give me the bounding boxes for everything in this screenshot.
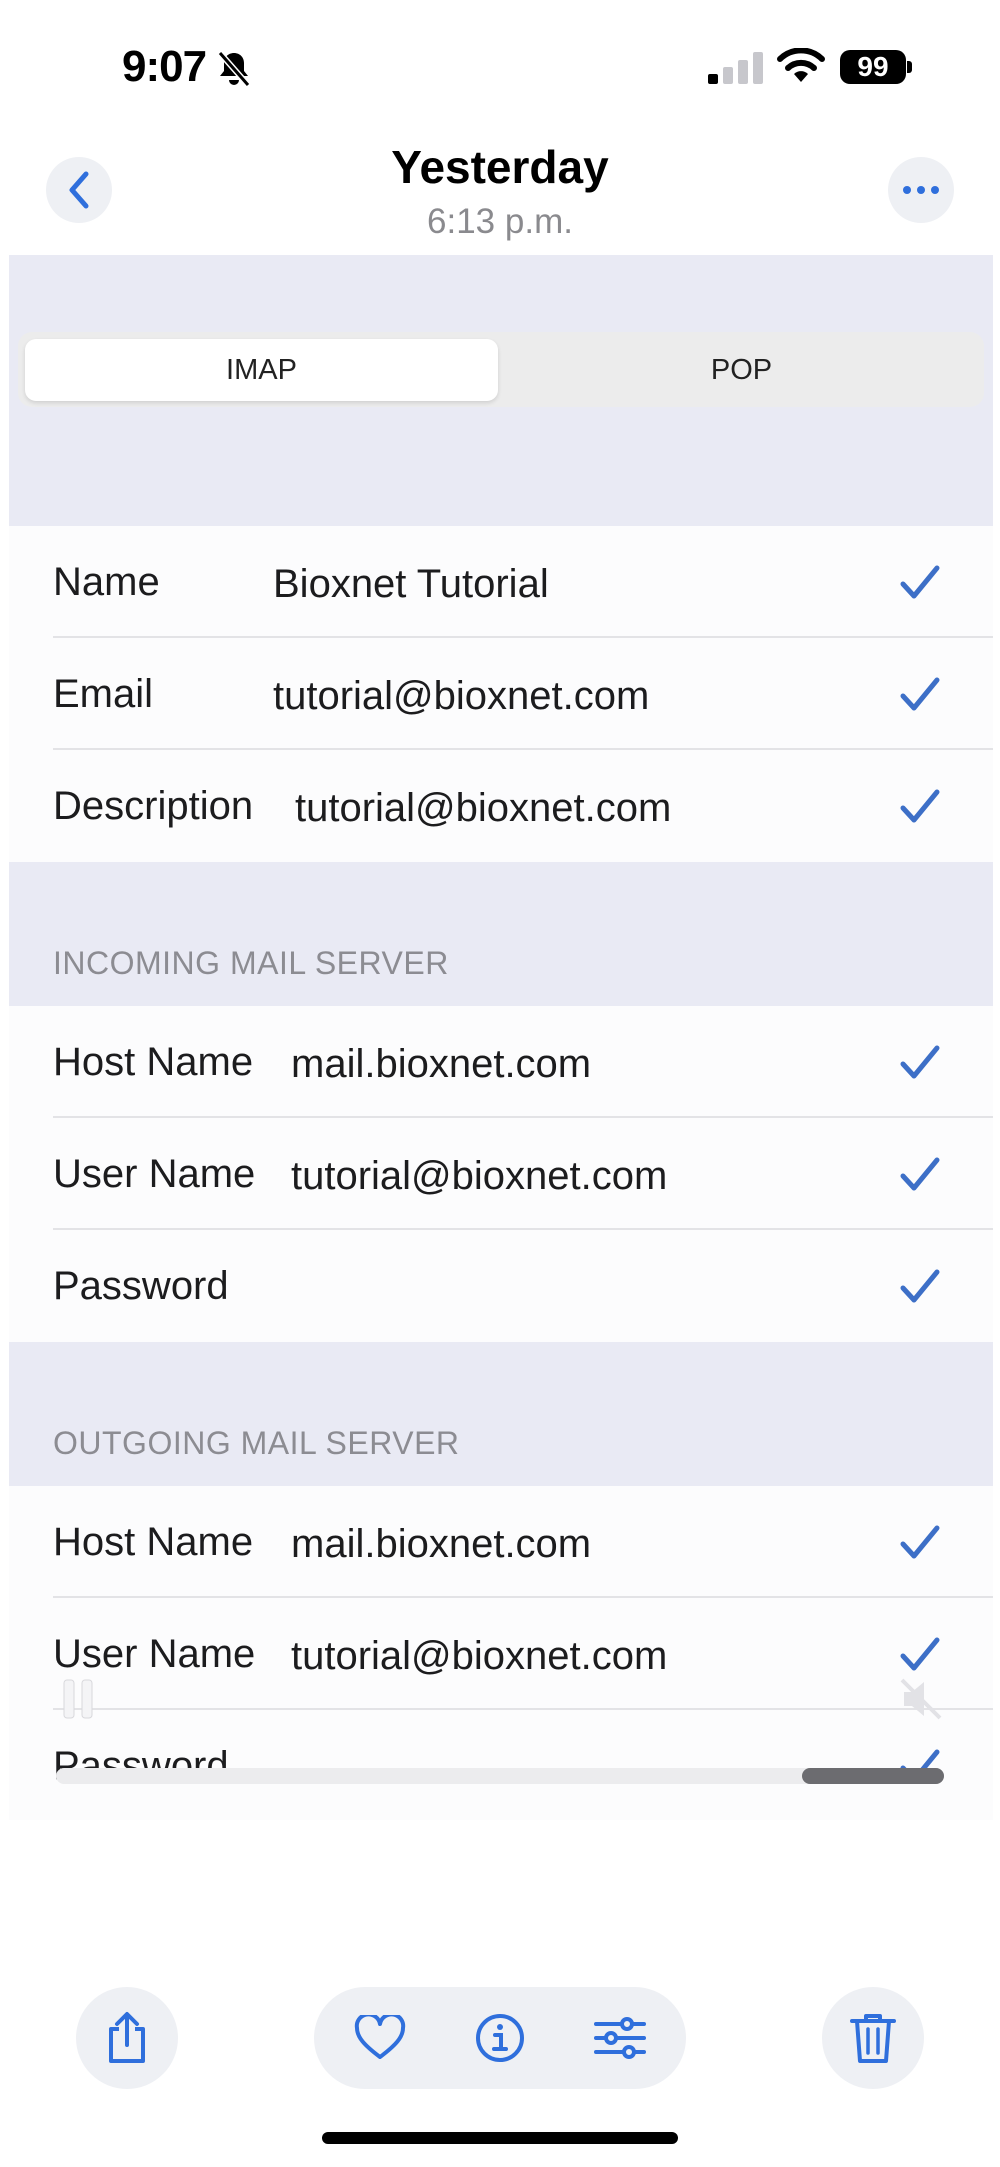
trash-icon — [850, 2014, 896, 2063]
video-progress-fill — [801, 1768, 944, 1784]
row-label: Host Name — [53, 1520, 254, 1564]
checkmark-icon — [900, 565, 940, 599]
checkmark-icon — [900, 1269, 940, 1303]
row-value: tutorial@bioxnet.com — [291, 1634, 668, 1678]
speaker-muted-icon[interactable] — [898, 1676, 944, 1722]
row-label: Name — [53, 560, 160, 604]
checkmark-icon — [900, 1525, 940, 1559]
row-label: User Name — [53, 1152, 256, 1196]
row-label: Email — [53, 672, 154, 716]
row-label: User Name — [53, 1632, 256, 1676]
incoming-host-row[interactable]: Host Name mail.bioxnet.com — [9, 1006, 993, 1118]
bell-muted-icon — [217, 51, 251, 87]
row-label: Host Name — [53, 1040, 254, 1084]
incoming-section-header: INCOMING MAIL SERVER — [53, 945, 449, 981]
checkmark-icon — [900, 789, 940, 823]
account-email-row[interactable]: Email tutorial@bioxnet.com — [9, 638, 993, 750]
page-subtitle: 6:13 p.m. — [427, 202, 573, 241]
outgoing-section-header: OUTGOING MAIL SERVER — [53, 1425, 460, 1461]
photo-actions-pill — [314, 1987, 686, 2089]
more-button[interactable] — [888, 157, 954, 223]
segment-imap[interactable]: IMAP — [25, 339, 498, 401]
account-name-row[interactable]: Name Bioxnet Tutorial — [9, 526, 993, 638]
battery-indicator: 99 — [840, 50, 912, 84]
checkmark-icon — [900, 1637, 940, 1671]
battery-level: 99 — [840, 50, 906, 84]
share-button[interactable] — [76, 1987, 178, 2089]
row-value: tutorial@bioxnet.com — [291, 1154, 668, 1198]
checkmark-icon — [900, 677, 940, 711]
wifi-icon — [777, 48, 825, 82]
row-value: tutorial@bioxnet.com — [295, 786, 672, 830]
pause-icon[interactable] — [62, 1678, 94, 1720]
favorite-button[interactable] — [351, 2009, 409, 2067]
account-description-row[interactable]: Description tutorial@bioxnet.com — [9, 750, 993, 862]
account-type-segmented-control: IMAP POP — [18, 332, 984, 407]
ellipsis-icon — [903, 186, 939, 194]
heart-icon — [354, 2015, 406, 2059]
row-value: mail.bioxnet.com — [291, 1042, 592, 1086]
checkmark-icon — [900, 1157, 940, 1191]
row-value: tutorial@bioxnet.com — [273, 674, 650, 718]
outgoing-password-row[interactable]: Password — [9, 1710, 993, 1820]
adjust-button[interactable] — [591, 2009, 649, 2067]
checkmark-icon — [900, 1045, 940, 1079]
adjust-icon — [594, 2017, 646, 2059]
row-label: Description — [53, 784, 254, 828]
outgoing-username-row[interactable]: User Name tutorial@bioxnet.com — [9, 1598, 993, 1710]
row-label: Password — [53, 1264, 229, 1308]
info-button[interactable] — [471, 2009, 529, 2067]
info-icon — [476, 2014, 524, 2062]
video-scrubber[interactable] — [56, 1768, 944, 1784]
incoming-server-group: Host Name mail.bioxnet.com User Name tut… — [9, 1006, 993, 1342]
segment-pop[interactable]: POP — [506, 339, 977, 401]
incoming-password-row[interactable]: Password — [9, 1230, 993, 1342]
outgoing-host-row[interactable]: Host Name mail.bioxnet.com — [9, 1486, 993, 1598]
home-indicator — [322, 2132, 678, 2144]
screenshot-photo: IMAP POP Name Bioxnet Tutorial Email tut… — [9, 255, 993, 1820]
account-details-group: Name Bioxnet Tutorial Email tutorial@bio… — [9, 526, 993, 862]
row-value: mail.bioxnet.com — [291, 1522, 592, 1566]
share-icon — [109, 2012, 145, 2063]
delete-button[interactable] — [822, 1987, 924, 2089]
cellular-signal-icon — [708, 52, 763, 84]
row-value: Bioxnet Tutorial — [273, 562, 549, 606]
status-time: 9:07 — [122, 42, 207, 91]
incoming-username-row[interactable]: User Name tutorial@bioxnet.com — [9, 1118, 993, 1230]
page-title: Yesterday — [391, 141, 609, 193]
